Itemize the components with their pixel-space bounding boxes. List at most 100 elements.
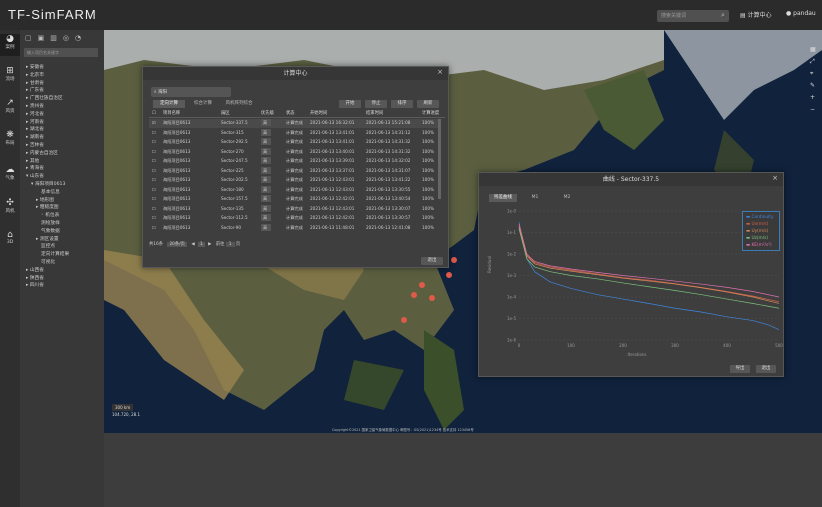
- tree-item[interactable]: ◦ 机位表: [41, 213, 59, 219]
- cell-priority[interactable]: 高: [261, 147, 272, 155]
- cell-priority[interactable]: 高: [261, 214, 272, 221]
- tree-item[interactable]: ▸ 北京市: [26, 73, 44, 79]
- curve-exit-button[interactable]: 退出: [756, 365, 776, 373]
- cell-priority[interactable]: 高: [261, 185, 272, 193]
- nav-weather[interactable]: ☁ 气象: [0, 165, 20, 181]
- cell-priority[interactable]: 高: [261, 195, 272, 202]
- zoom-out-icon[interactable]: −: [810, 104, 820, 116]
- user-menu[interactable]: ● pandau: [786, 10, 816, 17]
- start-button[interactable]: 开始: [339, 100, 361, 108]
- table-row[interactable]: ☐ 海阳项目0613 Sector-247.5 高 计算完成 2021-06-13 13:…: [149, 157, 439, 166]
- pen-icon[interactable]: ✎: [810, 80, 820, 92]
- tree-item[interactable]: ▸ 测区设置: [36, 237, 59, 243]
- table-row[interactable]: ☐ 海阳项目0613 Sector-112.5 高 计算完成 2021-06-13 12:…: [149, 214, 439, 223]
- row-checkbox[interactable]: ☐: [152, 186, 156, 193]
- delete-icon[interactable]: ▥: [50, 34, 63, 42]
- prev-page-button[interactable]: ◀: [191, 242, 194, 247]
- tree-item[interactable]: ▸ 粗糙度图: [36, 205, 59, 211]
- cell-priority[interactable]: 高: [261, 157, 272, 164]
- settings-icon[interactable]: ◎: [63, 34, 75, 42]
- page-size-select[interactable]: 20条/页: [167, 242, 187, 247]
- tree-item[interactable]: ▾ 山东省: [26, 174, 44, 180]
- tree-search-input[interactable]: 输入项目名关键字: [24, 48, 98, 57]
- tree-item[interactable]: 测绘放样: [41, 221, 60, 227]
- export-icon[interactable]: ◔: [75, 34, 87, 42]
- nav-windres[interactable]: ↗ 风资: [0, 98, 20, 114]
- table-scrollbar[interactable]: [438, 119, 441, 199]
- global-search-input[interactable]: 搜索关键词: [657, 10, 729, 22]
- table-row[interactable]: ☐ 海阳项目0613 Sector-135 高 计算完成 2021-06-13 12:43…: [149, 204, 439, 214]
- table-row[interactable]: ☐ 海阳项目0613 Sector-225 高 计算完成 2021-06-13 13:37…: [149, 166, 439, 176]
- tree-item[interactable]: 气象数据: [41, 229, 60, 235]
- table-row[interactable]: ☐ 海阳项目0613 Sector-180 高 计算完成 2021-06-13 12:43…: [149, 185, 439, 195]
- tree-item[interactable]: ▸ 河北省: [26, 112, 44, 118]
- tree-item[interactable]: 监控点: [41, 244, 55, 250]
- close-icon[interactable]: ×: [437, 68, 443, 76]
- tab-directional-calc[interactable]: 定向计算: [153, 100, 185, 108]
- close-icon[interactable]: ×: [772, 174, 778, 182]
- tree-item[interactable]: ▸ 安徽省: [26, 65, 44, 71]
- zoom-in-icon[interactable]: +: [810, 92, 820, 104]
- next-page-button[interactable]: ▶: [208, 242, 211, 247]
- table-row[interactable]: ☐ 海阳项目0613 Sector-292.5 高 计算完成 2021-06-13 13:…: [149, 138, 439, 147]
- tab-residual[interactable]: 残差曲线: [489, 194, 517, 202]
- row-checkbox[interactable]: ☐: [152, 176, 156, 183]
- nav-turbine[interactable]: ✣ 风机: [0, 198, 20, 214]
- tab-m2[interactable]: M2: [557, 194, 577, 202]
- table-row[interactable]: ☐ 海阳项目0613 Sector-90 高 计算完成 2021-06-13 11:48:…: [149, 223, 439, 233]
- tree-item[interactable]: ▸ 广西壮族自治区: [26, 96, 63, 102]
- layers-icon[interactable]: ▦: [810, 44, 820, 56]
- row-checkbox[interactable]: ☑: [152, 119, 156, 126]
- table-row[interactable]: ☐ 海阳项目0613 Sector-270 高 计算完成 2021-06-13 13:40…: [149, 147, 439, 157]
- table-row[interactable]: ☐ 海阳项目0613 Sector-315 高 计算完成 2021-06-13 13:41…: [149, 128, 439, 138]
- import-icon[interactable]: ▣: [38, 34, 51, 42]
- search-icon[interactable]: ⌕: [721, 11, 725, 20]
- tree-item[interactable]: ▸ 地形图: [36, 198, 54, 204]
- table-row[interactable]: ☐ 海阳项目0613 Sector-157.5 高 计算完成 2021-06-13 12:…: [149, 195, 439, 204]
- nav-layout[interactable]: ❋ 布局: [0, 130, 20, 146]
- row-checkbox[interactable]: ☐: [152, 214, 156, 221]
- row-checkbox[interactable]: ☐: [152, 195, 156, 202]
- row-checkbox[interactable]: ☐: [152, 224, 156, 231]
- tree-item[interactable]: 可视化: [41, 260, 55, 266]
- tree-item[interactable]: ▸ 湖南省: [26, 135, 44, 141]
- cell-priority[interactable]: 高: [261, 204, 272, 212]
- cell-priority[interactable]: 高: [261, 128, 272, 136]
- refresh-button[interactable]: 刷新: [417, 100, 439, 108]
- tree-item[interactable]: ▸ 陕西省: [26, 276, 44, 282]
- sort-button[interactable]: 排序: [391, 100, 413, 108]
- cell-priority[interactable]: 高: [261, 176, 272, 183]
- tree-item[interactable]: ▸ 内蒙古自治区: [26, 151, 58, 157]
- tree-item[interactable]: ▸ 湖北省: [26, 127, 44, 133]
- tree-item[interactable]: ▸ 其他: [26, 159, 39, 165]
- table-row[interactable]: ☐ 海阳项目0613 Sector-202.5 高 计算完成 2021-06-13 12:…: [149, 176, 439, 185]
- row-checkbox[interactable]: ☐: [152, 205, 156, 212]
- tree-item[interactable]: 定向计算结果: [41, 252, 69, 258]
- table-row[interactable]: ☑ 海阳项目0613 Sector-337.5 高 计算完成 2021-06-13 16:…: [149, 119, 439, 128]
- tab-comprehensive-calc[interactable]: 综合计算: [187, 100, 219, 108]
- cell-priority[interactable]: 高: [261, 223, 272, 231]
- expand-icon[interactable]: ⤢: [810, 56, 820, 68]
- new-file-icon[interactable]: ▢: [25, 34, 38, 42]
- row-checkbox[interactable]: ☐: [152, 148, 156, 155]
- row-checkbox[interactable]: ☐: [152, 167, 156, 174]
- row-checkbox[interactable]: ☐: [152, 129, 156, 136]
- tree-item[interactable]: ▸ 甘肃省: [26, 81, 44, 87]
- tab-m1[interactable]: M1: [525, 194, 545, 202]
- calc-center-link[interactable]: ▤ 计算中心: [740, 10, 772, 19]
- tree-item[interactable]: ▸ 贵州省: [26, 104, 44, 110]
- tree-item[interactable]: ▸ 山西省: [26, 268, 44, 274]
- tree-item[interactable]: ▾ 海阳项目0613: [31, 182, 66, 188]
- page-number[interactable]: 1: [198, 242, 205, 247]
- export-button[interactable]: 导出: [730, 365, 750, 373]
- row-checkbox[interactable]: ☐: [152, 157, 156, 164]
- select-all-checkbox[interactable]: ☐: [152, 110, 156, 117]
- calc-search-input[interactable]: ⌕ 海阳: [151, 87, 231, 97]
- tree-item[interactable]: 基本信息: [41, 190, 60, 196]
- cell-priority[interactable]: 高: [261, 166, 272, 174]
- tree-item[interactable]: ▸ 河南省: [26, 120, 44, 126]
- tree-item[interactable]: ▸ 吉林省: [26, 143, 44, 149]
- tree-item[interactable]: ▸ 广东省: [26, 88, 44, 94]
- stop-button[interactable]: 停止: [365, 100, 387, 108]
- calc-exit-button[interactable]: 退出: [421, 257, 443, 265]
